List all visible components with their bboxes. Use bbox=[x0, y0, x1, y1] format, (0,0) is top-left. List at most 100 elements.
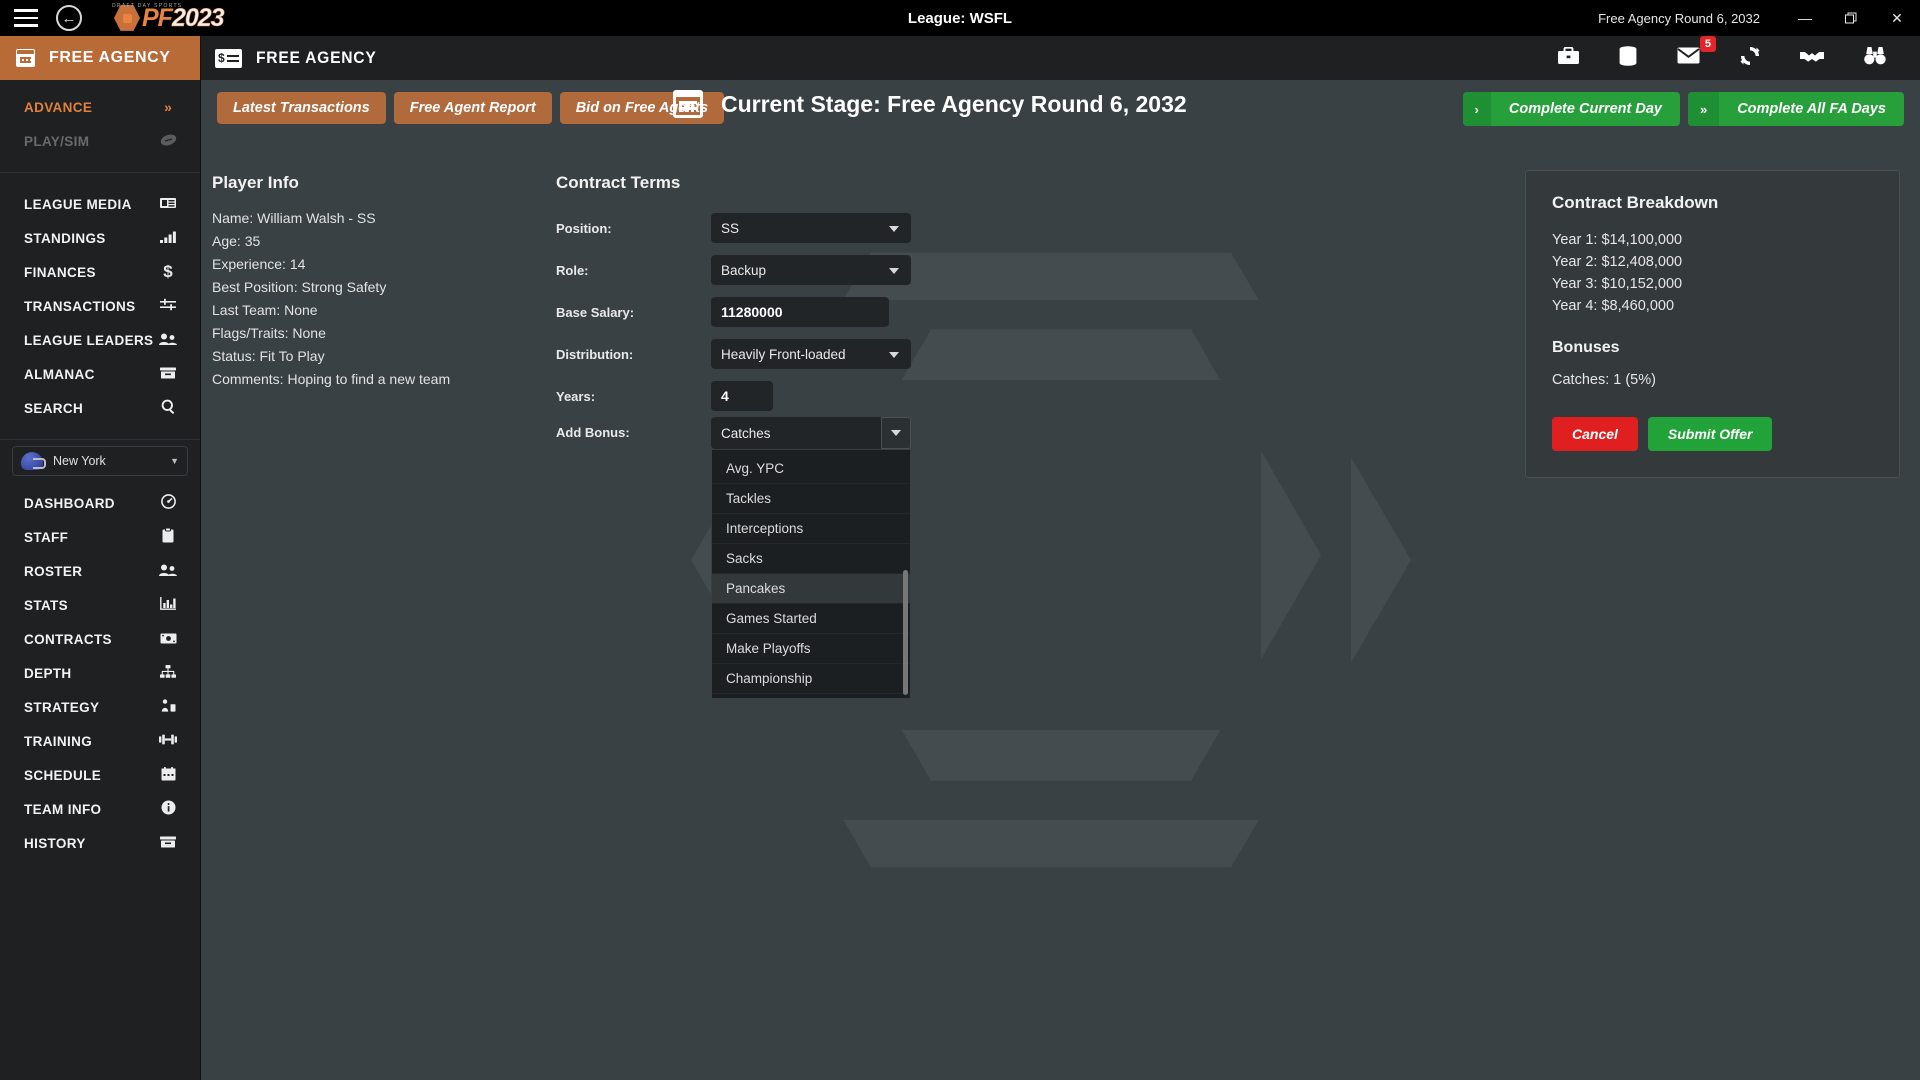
tab-free-agent-report[interactable]: Free Agent Report bbox=[393, 92, 552, 124]
dropdown-option-sacks[interactable]: Sacks bbox=[712, 544, 910, 574]
sidebar-item-label: FINANCES bbox=[24, 264, 96, 280]
player-info-panel: Player Info Name: William Walsh - SS Age… bbox=[212, 173, 552, 391]
dropdown-option-championship[interactable]: Championship bbox=[712, 664, 910, 694]
position-select[interactable]: SS bbox=[711, 213, 911, 243]
chevron-right-icon: › bbox=[1462, 92, 1491, 126]
add-bonus-value: Catches bbox=[711, 417, 881, 449]
years-label: Years: bbox=[556, 388, 596, 404]
base-salary-input[interactable] bbox=[711, 297, 889, 327]
sidebar-item-contracts[interactable]: CONTRACTS bbox=[0, 622, 200, 656]
role-select[interactable]: Backup bbox=[711, 255, 911, 285]
hamburger-icon[interactable] bbox=[14, 9, 38, 27]
app-bar-icons: 5 bbox=[1558, 36, 1920, 71]
dropdown-option-interceptions[interactable]: Interceptions bbox=[712, 514, 910, 544]
role-row: Role: Backup bbox=[556, 249, 956, 291]
sidebar-item-dashboard[interactable]: DASHBOARD bbox=[0, 486, 200, 520]
content-toolbar: Latest Transactions Free Agent Report Bi… bbox=[201, 80, 1920, 126]
dropdown-option-games-started[interactable]: Games Started bbox=[712, 604, 910, 634]
role-label: Role: bbox=[556, 262, 589, 278]
sidebar-item-staff[interactable]: STAFF bbox=[0, 520, 200, 554]
sidebar-item-standings[interactable]: STANDINGS bbox=[0, 221, 200, 255]
calendar-icon bbox=[158, 766, 178, 784]
restore-button[interactable] bbox=[1828, 0, 1874, 36]
binoculars-icon[interactable] bbox=[1864, 46, 1886, 70]
breakdown-actions: Cancel Submit Offer bbox=[1552, 417, 1873, 451]
app-root: ← PF2023 DRAFT DAY SPORTS League: WSFL F… bbox=[0, 0, 1920, 1080]
sidebar-item-label: STAFF bbox=[24, 529, 69, 545]
sidebar-item-search[interactable]: SEARCH bbox=[0, 391, 200, 425]
close-button[interactable]: ✕ bbox=[1874, 0, 1920, 36]
breakdown-year-1: Year 1: $14,100,000 bbox=[1552, 232, 1683, 248]
add-bonus-row: Add Bonus: Catches Avg. YPC Tackles Inte… bbox=[556, 417, 956, 699]
team-selector[interactable]: New York ▼ bbox=[12, 446, 188, 476]
sidebar-header-label: FREE AGENCY bbox=[49, 49, 171, 66]
sidebar-league-group: LEAGUE MEDIA STANDINGS FINANCES $ TRANSA… bbox=[0, 177, 200, 435]
cancel-button[interactable]: Cancel bbox=[1552, 417, 1638, 451]
refresh-icon[interactable] bbox=[1740, 46, 1760, 71]
dollar-icon: $ bbox=[163, 262, 173, 281]
minimize-button[interactable]: — bbox=[1782, 0, 1828, 36]
sidebar-header-free-agency: FREE AGENCY bbox=[0, 36, 200, 80]
sidebar-item-history[interactable]: HISTORY bbox=[0, 826, 200, 860]
sidebar-item-strategy[interactable]: STRATEGY bbox=[0, 690, 200, 724]
sidebar-team-group: DASHBOARD STAFF ROSTER STATS CONTRACTS D… bbox=[0, 486, 200, 870]
distribution-row: Distribution: Heavily Front-loaded bbox=[556, 333, 956, 375]
fa-actions: › Complete Current Day » Complete All FA… bbox=[1462, 92, 1904, 126]
main-content: Latest Transactions Free Agent Report Bi… bbox=[201, 80, 1920, 1080]
database-icon[interactable] bbox=[1619, 45, 1637, 71]
add-bonus-select[interactable]: Catches Avg. YPC Tackles Interceptions S… bbox=[711, 417, 911, 699]
sidebar-item-league-leaders[interactable]: LEAGUE LEADERS bbox=[0, 323, 200, 357]
title-bar-left: ← PF2023 DRAFT DAY SPORTS bbox=[0, 3, 225, 33]
sidebar-item-team-info[interactable]: TEAM INFO bbox=[0, 792, 200, 826]
dropdown-option-pancakes[interactable]: Pancakes bbox=[712, 574, 910, 604]
player-info-flags-traits: Flags/Traits: None bbox=[212, 325, 326, 341]
breakdown-year-4: Year 4: $8,460,000 bbox=[1552, 298, 1675, 314]
back-arrow-icon[interactable]: ← bbox=[56, 5, 82, 31]
distribution-select[interactable]: Heavily Front-loaded bbox=[711, 339, 911, 369]
sidebar-item-label: STANDINGS bbox=[24, 230, 106, 246]
archive-icon bbox=[158, 835, 178, 851]
submit-offer-button[interactable]: Submit Offer bbox=[1647, 417, 1773, 451]
dropdown-scrollbar[interactable] bbox=[903, 570, 908, 695]
document-title: Free Agency Round 6, 2032 bbox=[1598, 10, 1760, 26]
dropdown-option-make-playoffs[interactable]: Make Playoffs bbox=[712, 634, 910, 664]
sidebar-item-roster[interactable]: ROSTER bbox=[0, 554, 200, 588]
sidebar-item-training[interactable]: TRAINING bbox=[0, 724, 200, 758]
mail-icon[interactable]: 5 bbox=[1677, 36, 1716, 69]
sidebar-item-advance[interactable]: ADVANCE » bbox=[0, 90, 200, 124]
sidebar-item-playsim[interactable]: PLAY/SIM bbox=[0, 124, 200, 158]
sidebar-item-label: ROSTER bbox=[24, 563, 83, 579]
breakdown-year-2: Year 2: $12,408,000 bbox=[1552, 254, 1683, 270]
sidebar-item-transactions[interactable]: TRANSACTIONS bbox=[0, 289, 200, 323]
base-salary-label: Base Salary: bbox=[556, 304, 635, 320]
sidebar-item-depth[interactable]: DEPTH bbox=[0, 656, 200, 690]
player-info-heading: Player Info bbox=[212, 173, 299, 192]
sidebar-item-schedule[interactable]: SCHEDULE bbox=[0, 758, 200, 792]
sidebar-item-finances[interactable]: FINANCES $ bbox=[0, 255, 200, 289]
complete-all-fa-days-button[interactable]: » Complete All FA Days bbox=[1687, 92, 1904, 126]
complete-current-day-button[interactable]: › Complete Current Day bbox=[1462, 92, 1680, 126]
handshake-icon[interactable] bbox=[1800, 48, 1824, 69]
dumbbell-icon bbox=[158, 733, 178, 749]
dropdown-option-avg-ypc[interactable]: Avg. YPC bbox=[712, 454, 910, 484]
add-bonus-dropdown-toggle[interactable] bbox=[881, 417, 911, 449]
briefcase-icon[interactable] bbox=[1558, 46, 1579, 70]
sidebar: FREE AGENCY ADVANCE » PLAY/SIM LEAGUE ME… bbox=[0, 36, 201, 1080]
dropdown-option-tackles[interactable]: Tackles bbox=[712, 484, 910, 514]
player-info-comments: Comments: Hoping to find a new team bbox=[212, 371, 451, 387]
app-bar: FREE AGENCY 5 bbox=[201, 36, 1920, 80]
years-input[interactable] bbox=[711, 381, 773, 411]
sidebar-item-almanac[interactable]: ALMANAC bbox=[0, 357, 200, 391]
distribution-value: Heavily Front-loaded bbox=[721, 346, 846, 362]
speedometer-icon bbox=[158, 494, 178, 512]
window-title-bar: ← PF2023 DRAFT DAY SPORTS League: WSFL F… bbox=[0, 0, 1920, 36]
sidebar-item-label: SCHEDULE bbox=[24, 767, 102, 783]
player-info-best-position: Best Position: Strong Safety bbox=[212, 279, 387, 295]
tab-latest-transactions[interactable]: Latest Transactions bbox=[217, 92, 386, 124]
sidebar-item-label: LEAGUE MEDIA bbox=[24, 196, 132, 212]
sidebar-item-league-media[interactable]: LEAGUE MEDIA bbox=[0, 187, 200, 221]
sidebar-item-stats[interactable]: STATS bbox=[0, 588, 200, 622]
bonuses-heading: Bonuses bbox=[1552, 339, 1620, 356]
sidebar-divider bbox=[0, 439, 200, 440]
sidebar-item-label: ADVANCE bbox=[24, 99, 93, 115]
